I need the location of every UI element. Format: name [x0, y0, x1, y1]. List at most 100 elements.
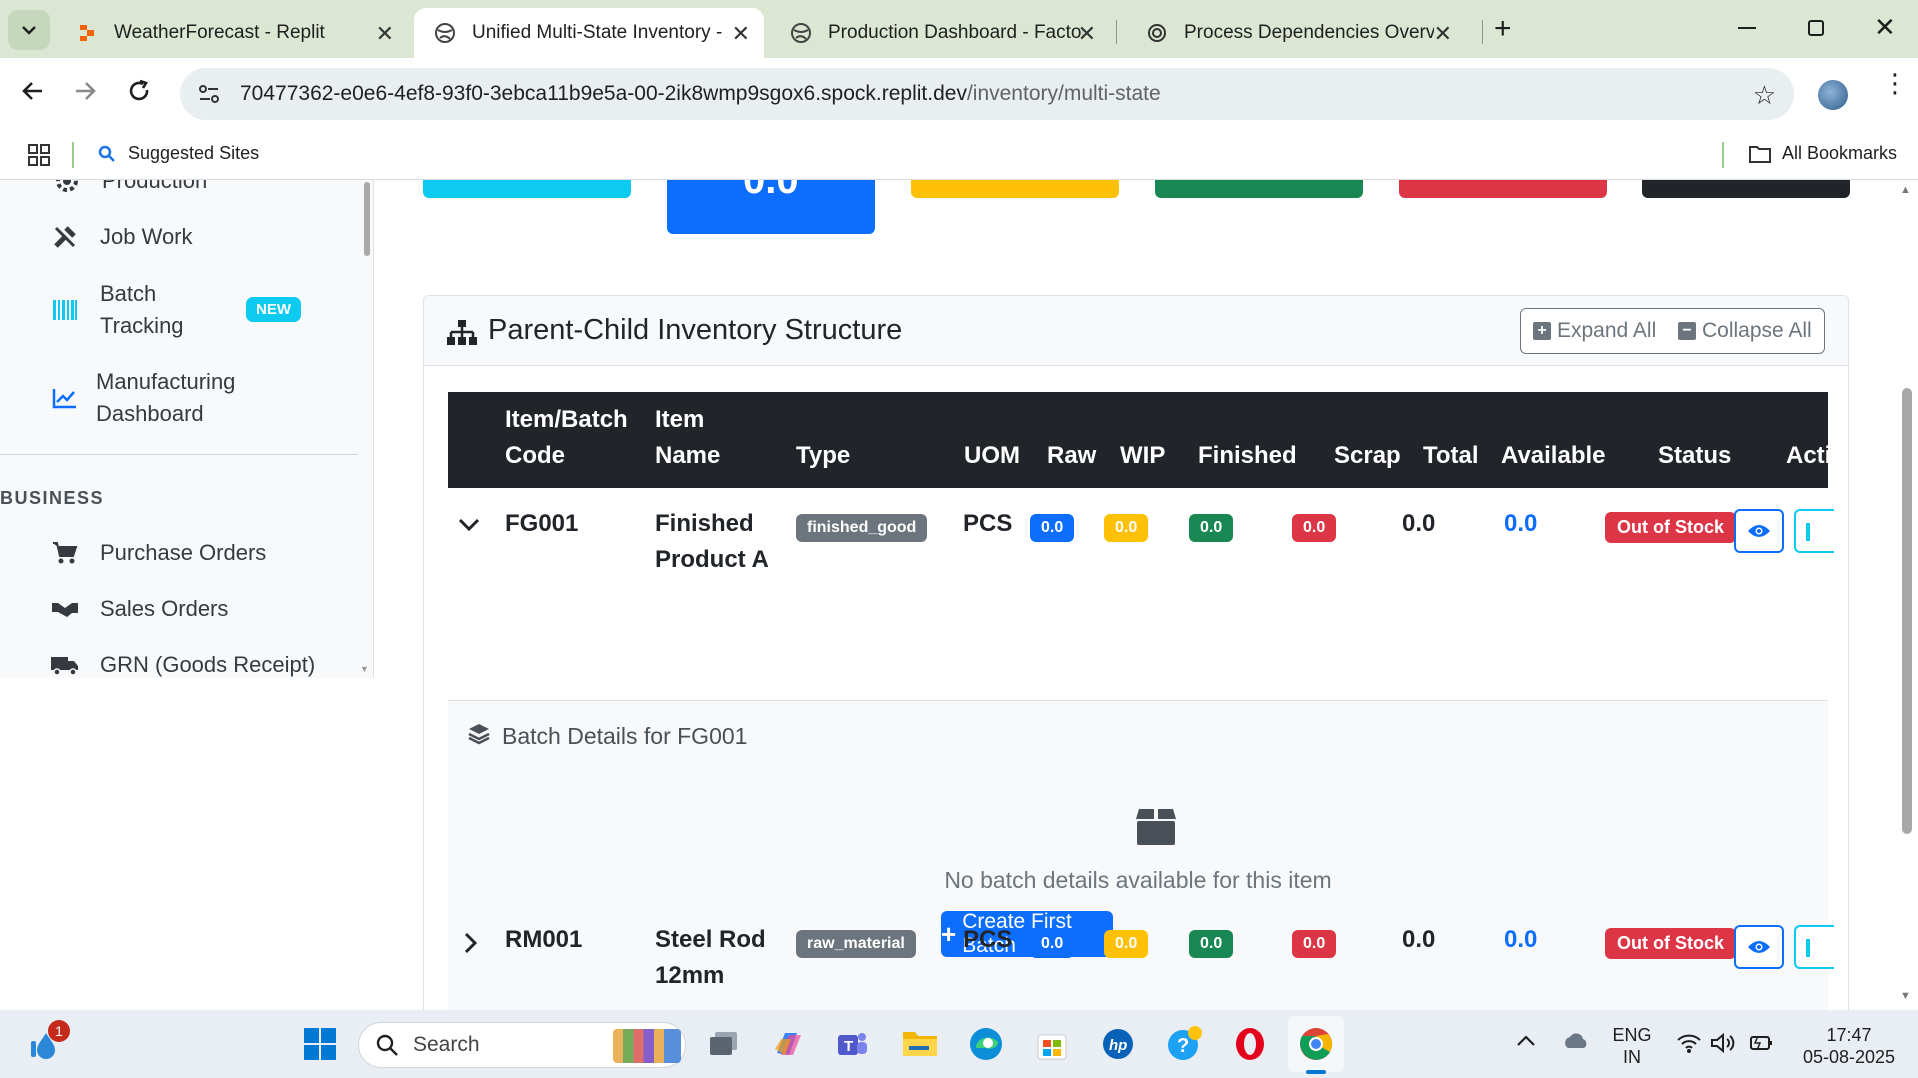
uom-value: PCS: [963, 510, 1013, 537]
page-scrollbar-thumb[interactable]: [1902, 388, 1912, 834]
expand-row-toggle[interactable]: [464, 932, 478, 959]
menu-kebab-icon[interactable]: ⋮: [1882, 70, 1908, 96]
close-tab-icon[interactable]: ✕: [1078, 21, 1096, 47]
available-value: 0.0: [1504, 510, 1538, 537]
button-label: Collapse All: [1702, 319, 1812, 342]
close-window-button[interactable]: ✕: [1874, 12, 1896, 43]
edit-button[interactable]: [1794, 925, 1834, 969]
apps-grid-icon[interactable]: [28, 144, 50, 171]
col-header-actions: Actions: [1786, 442, 1828, 469]
summary-card-value: 0.0: [743, 180, 799, 202]
close-tab-icon[interactable]: ✕: [1434, 21, 1452, 47]
expand-all-button[interactable]: + Expand All: [1520, 308, 1670, 354]
collapse-all-button[interactable]: − Collapse All: [1666, 308, 1825, 354]
microsoft-store-icon[interactable]: [1030, 1022, 1074, 1066]
col-header-available: Available: [1501, 442, 1606, 469]
sidebar-item-purchase-orders[interactable]: Purchase Orders: [50, 538, 266, 568]
sidebar-item-production[interactable]: Production: [52, 180, 207, 196]
status-badge: Out of Stock: [1605, 512, 1736, 543]
search-icon: [376, 1034, 398, 1056]
col-header-uom: UOM: [964, 442, 1020, 469]
sidebar-item-label: Dashboard: [96, 401, 204, 426]
new-tab-button[interactable]: +: [1494, 12, 1512, 46]
show-hidden-icons-chevron[interactable]: [1516, 1034, 1536, 1052]
widgets-icon[interactable]: 1: [24, 1020, 70, 1066]
sidebar-item-label: Tracking: [100, 313, 184, 338]
teams-icon[interactable]: T: [830, 1022, 874, 1066]
empty-batch-message: No batch details available for this item: [944, 867, 1332, 893]
books-icon: [613, 1029, 681, 1063]
col-header-raw: Raw: [1047, 442, 1097, 469]
scrap-badge: 0.0: [1292, 930, 1337, 958]
box-icon: [1134, 803, 1178, 852]
tab-inventory[interactable]: Unified Multi-State Inventory - A ✕: [414, 8, 764, 58]
finished-badge: 0.0: [1189, 514, 1234, 542]
volume-icon[interactable]: [1710, 1032, 1736, 1059]
sidebar-item-label: Manufacturing: [96, 369, 236, 394]
edge-icon[interactable]: [964, 1022, 1008, 1066]
eye-icon: [1748, 941, 1770, 953]
button-label: Expand All: [1557, 319, 1657, 342]
opera-icon[interactable]: [1228, 1022, 1272, 1066]
hp-icon[interactable]: hp: [1096, 1022, 1140, 1066]
onedrive-icon[interactable]: [1562, 1032, 1590, 1055]
col-header-status: Status: [1658, 442, 1732, 469]
handshake-icon: [50, 594, 80, 624]
eye-icon: [1748, 525, 1770, 537]
sidebar-item-job-work[interactable]: Job Work: [50, 222, 193, 252]
edit-button[interactable]: [1794, 509, 1834, 553]
copilot-icon[interactable]: [766, 1022, 810, 1066]
sidebar-item-manufacturing-dashboard[interactable]: Manufacturing Dashboard: [50, 366, 235, 430]
restore-button[interactable]: [1808, 20, 1824, 36]
windows-start-icon[interactable]: [298, 1022, 342, 1066]
file-explorer-icon[interactable]: [898, 1022, 942, 1066]
back-button[interactable]: [20, 78, 46, 109]
url-path: /inventory/multi-state: [966, 82, 1161, 105]
tab-search-button[interactable]: [8, 10, 50, 50]
wifi-icon[interactable]: [1676, 1032, 1702, 1059]
site-settings-icon[interactable]: [196, 83, 222, 105]
sidebar-item-sales-orders[interactable]: Sales Orders: [50, 594, 228, 624]
taskbar-search-box[interactable]: Search: [358, 1022, 686, 1068]
sidebar-scroll-down-icon[interactable]: ▼: [360, 664, 369, 674]
chevron-right-icon: [464, 932, 478, 954]
clock[interactable]: 17:47 05-08-2025: [1794, 1024, 1904, 1068]
inventory-structure-panel: Parent-Child Inventory Structure + Expan…: [423, 295, 1849, 1010]
help-icon[interactable]: ?: [1162, 1022, 1206, 1066]
svg-text:hp: hp: [1109, 1037, 1127, 1054]
folder-icon: [1749, 145, 1771, 163]
page-scroll-up-icon[interactable]: ▲: [1900, 184, 1911, 196]
col-header-wip: WIP: [1120, 442, 1166, 469]
close-tab-icon[interactable]: ✕: [376, 21, 394, 47]
cart-icon: [50, 538, 80, 568]
minimize-button[interactable]: [1738, 27, 1756, 29]
batch-details-title: Batch Details for FG001: [502, 723, 748, 749]
view-button[interactable]: [1734, 925, 1784, 969]
forward-button[interactable]: [72, 78, 98, 109]
svg-text:?: ?: [1177, 1035, 1189, 1057]
language-indicator[interactable]: ENG IN: [1604, 1024, 1660, 1068]
close-tab-icon[interactable]: ✕: [732, 21, 750, 47]
profile-avatar[interactable]: [1818, 80, 1848, 110]
page-scroll-down-icon[interactable]: ▼: [1900, 990, 1911, 1002]
task-view-icon[interactable]: [702, 1022, 746, 1066]
bookmark-star-icon[interactable]: ☆: [1753, 80, 1776, 111]
sidebar-item-grn[interactable]: GRN (Goods Receipt): [50, 650, 315, 678]
all-bookmarks-button[interactable]: All Bookmarks: [1748, 143, 1897, 164]
barcode-icon: [50, 295, 80, 325]
view-button[interactable]: [1734, 509, 1784, 553]
tab-process-dependencies[interactable]: Process Dependencies Overview ✕: [1126, 8, 1466, 58]
col-header-type: Type: [796, 442, 851, 469]
address-bar[interactable]: 70477362-e0e6-4ef8-93f0-3ebca11b9e5a-00-…: [180, 68, 1794, 120]
tab-weatherforecast[interactable]: WeatherForecast - Replit ✕: [56, 8, 408, 58]
collapse-row-toggle[interactable]: [458, 518, 480, 537]
scrap-badge: 0.0: [1292, 514, 1337, 542]
sidebar-scrollbar-thumb[interactable]: [364, 182, 370, 256]
battery-icon[interactable]: [1748, 1032, 1774, 1059]
chrome-icon[interactable]: [1294, 1022, 1338, 1066]
reload-button[interactable]: [126, 78, 152, 109]
tab-separator: [1482, 20, 1483, 44]
tab-production-dashboard[interactable]: Production Dashboard - Factory ✕: [770, 8, 1110, 58]
sidebar-item-batch-tracking[interactable]: Batch Tracking NEW: [50, 278, 320, 342]
bookmark-suggested-sites[interactable]: Suggested Sites: [98, 143, 259, 164]
